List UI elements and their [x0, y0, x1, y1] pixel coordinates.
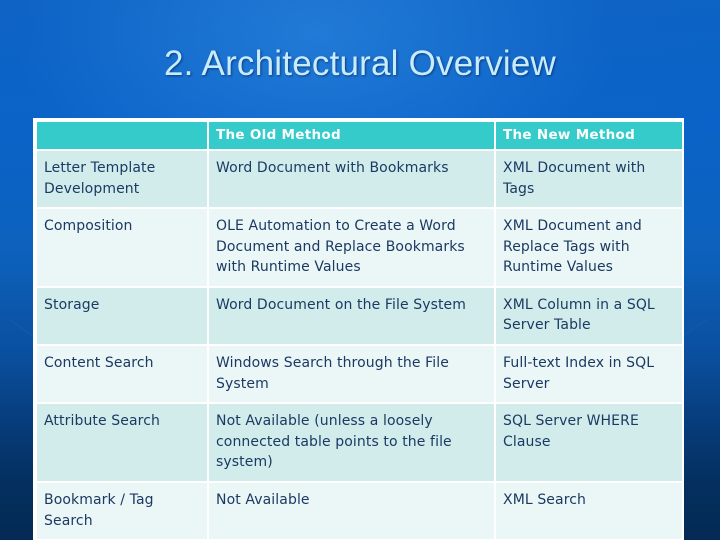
cell-aspect: Attribute Search: [37, 404, 207, 481]
cell-aspect: Storage: [37, 287, 207, 345]
cell-old-method: Word Document on the File System: [209, 287, 494, 345]
table-header-row: The Old Method The New Method: [37, 122, 682, 149]
cell-new-method: SQL Server WHERE Clause: [496, 404, 682, 481]
column-header-aspect: [37, 122, 207, 149]
cell-old-method: OLE Automation to Create a Word Document…: [209, 209, 494, 286]
cell-aspect: Content Search: [37, 346, 207, 403]
column-header-new-method: The New Method: [496, 122, 682, 149]
cell-new-method: XML Document with Tags: [496, 151, 682, 208]
cell-new-method: XML Search: [496, 482, 682, 540]
table-body: Letter Template Development Word Documen…: [37, 151, 682, 540]
cell-old-method-unavailable: Not Available: [209, 482, 494, 540]
page-title: 2. Architectural Overview: [163, 44, 557, 83]
table-row: Storage Word Document on the File System…: [37, 287, 682, 345]
comparison-table-container: The Old Method The New Method Letter Tem…: [33, 118, 684, 540]
table-row: Content Search Windows Search through th…: [37, 346, 682, 403]
cell-old-method-unavailable: Not Available (unless a loosely connecte…: [209, 404, 494, 481]
comparison-table: The Old Method The New Method Letter Tem…: [35, 120, 684, 540]
cell-old-method: Windows Search through the File System: [209, 346, 494, 403]
cell-old-method: Word Document with Bookmarks: [209, 151, 494, 208]
column-header-old-method: The Old Method: [209, 122, 494, 149]
cell-aspect: Bookmark / Tag Search: [37, 482, 207, 540]
slide-canvas: 2. Architectural Overview The Old Method…: [0, 0, 720, 540]
cell-new-method: XML Column in a SQL Server Table: [496, 287, 682, 345]
table-row: Composition OLE Automation to Create a W…: [37, 209, 682, 286]
table-row: Attribute Search Not Available (unless a…: [37, 404, 682, 481]
cell-new-method: Full-text Index in SQL Server: [496, 346, 682, 403]
table-row: Bookmark / Tag Search Not Available XML …: [37, 482, 682, 540]
cell-aspect: Letter Template Development: [37, 151, 207, 208]
cell-aspect: Composition: [37, 209, 207, 286]
cell-new-method: XML Document and Replace Tags with Runti…: [496, 209, 682, 286]
table-row: Letter Template Development Word Documen…: [37, 151, 682, 208]
table-header: The Old Method The New Method: [37, 122, 682, 149]
